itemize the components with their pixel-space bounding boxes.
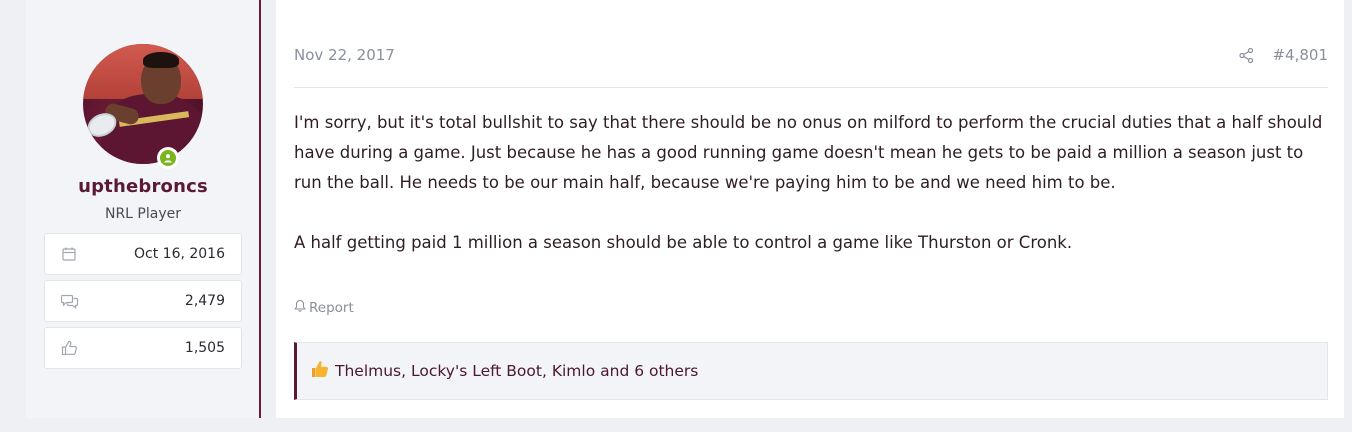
reaction-score-value: 1,505 [184, 340, 225, 356]
post-paragraph: A half getting paid 1 million a season s… [294, 233, 1073, 252]
reaction-score-stat: 1,505 [44, 327, 242, 369]
post-date-link[interactable]: Nov 22, 2017 [294, 46, 395, 64]
forum-post: upthebroncs NRL Player Oct 16, 2016 2,47… [26, 0, 1344, 418]
share-icon[interactable] [1238, 47, 1256, 65]
messages-icon [61, 292, 79, 310]
online-status-icon [157, 147, 179, 169]
post-paragraph: I'm sorry, but it's total bullshit to sa… [294, 113, 1323, 192]
post-number-link[interactable]: #4,801 [1272, 46, 1328, 64]
reactions-bar[interactable]: Thelmus, Locky's Left Boot, Kimlo and 6 … [294, 342, 1328, 400]
user-title: NRL Player [104, 206, 181, 222]
report-label: Report [309, 299, 354, 316]
post-content: Nov 22, 2017 #4,801 I'm sorry, but it's … [294, 0, 1328, 418]
message-count-stat: 2,479 [44, 280, 242, 322]
avatar[interactable] [83, 44, 203, 164]
reaction-users-link[interactable]: Thelmus, Locky's Left Boot, Kimlo and 6 … [335, 362, 698, 380]
post-body: I'm sorry, but it's total bullshit to sa… [294, 108, 1328, 258]
report-button[interactable]: Report [294, 299, 354, 316]
calendar-icon [61, 245, 79, 263]
user-panel: upthebroncs NRL Player Oct 16, 2016 2,47… [26, 0, 260, 418]
bell-icon [294, 299, 306, 316]
thumbs-up-icon [61, 339, 79, 357]
message-count-value: 2,479 [184, 293, 225, 309]
header-divider [294, 87, 1328, 88]
joined-date-stat: Oct 16, 2016 [44, 233, 242, 275]
like-reaction-icon [311, 360, 329, 383]
username-link[interactable]: upthebroncs [26, 176, 260, 197]
joined-date-value: Oct 16, 2016 [134, 246, 225, 262]
